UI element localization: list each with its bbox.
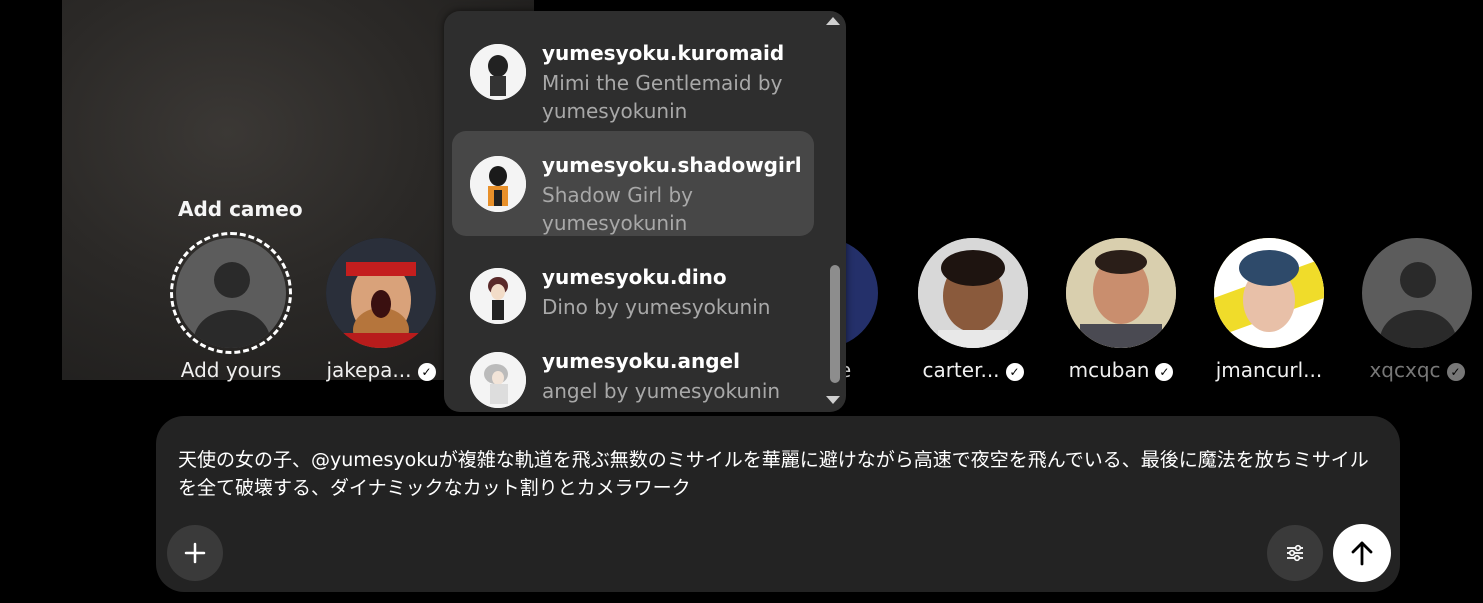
cameo-label: xqcxqc ✓ [1342, 358, 1483, 382]
cameo-label: jakepa... ✓ [306, 358, 456, 382]
scroll-up-arrow-icon[interactable] [826, 17, 840, 25]
cameo-label: mcuban ✓ [1046, 358, 1196, 382]
suggestion-name: yumesyoku.angel [542, 349, 740, 373]
send-button[interactable] [1333, 524, 1391, 582]
verified-badge-icon: ✓ [1446, 362, 1465, 381]
character-avatar [470, 352, 526, 408]
arrow-up-icon [1351, 541, 1373, 566]
suggestion-name: yumesyoku.shadowgirl [542, 153, 802, 177]
avatar-image [1066, 238, 1176, 348]
character-avatar [470, 156, 526, 212]
verified-badge-icon: ✓ [1005, 362, 1024, 381]
verified-badge-icon: ✓ [1155, 362, 1174, 381]
settings-button[interactable] [1267, 525, 1323, 581]
add-attachment-button[interactable] [167, 525, 223, 581]
character-avatar [470, 44, 526, 100]
cameo-label: Add yours [180, 358, 282, 382]
person-placeholder-icon [176, 238, 286, 348]
scroll-down-arrow-icon[interactable] [826, 396, 840, 404]
avatar-image [326, 238, 436, 348]
avatar[interactable] [918, 238, 1028, 348]
suggestion-description: angel by yumesyokunin [542, 379, 781, 403]
prompt-composer: 天使の女の子、@yumesyokuが複雑な軌道を飛ぶ無数のミサイルを華麗に避けな… [156, 416, 1400, 592]
cameo-label: jmancurl... [1215, 358, 1323, 382]
avatar[interactable] [1362, 238, 1472, 348]
verified-badge-icon: ✓ [417, 362, 436, 381]
cameo-item[interactable]: xqcxqc ✓ [1362, 238, 1472, 382]
prompt-input[interactable]: 天使の女の子、@yumesyokuが複雑な軌道を飛ぶ無数のミサイルを華麗に避けな… [178, 446, 1378, 502]
cameo-add-yours[interactable]: Add yours [170, 232, 292, 382]
plus-icon [184, 542, 206, 564]
cameo-item[interactable]: jakepa... ✓ [326, 238, 436, 382]
cameo-section-title: Add cameo [178, 197, 303, 221]
avatar[interactable] [1214, 238, 1324, 348]
cameo-item[interactable]: carter... ✓ [918, 238, 1028, 382]
avatar-image [918, 238, 1028, 348]
suggestion-item[interactable]: yumesyoku.shadowgirl Shadow Girl by yume… [452, 131, 814, 236]
character-avatar [470, 268, 526, 324]
person-placeholder-icon [1362, 238, 1472, 348]
add-cameo-avatar[interactable] [170, 232, 292, 354]
suggestion-description: Shadow Girl by yumesyokunin [542, 183, 693, 235]
sliders-icon [1287, 544, 1303, 562]
scrollbar-thumb[interactable] [830, 265, 840, 383]
suggestion-description: Mimi the Gentlemaid by yumesyokunin [542, 71, 783, 123]
suggestion-name: yumesyoku.kuromaid [542, 41, 785, 65]
cameo-label: carter... ✓ [898, 358, 1048, 382]
suggestion-name: yumesyoku.dino [542, 265, 727, 289]
avatar-image [1214, 238, 1324, 348]
suggestion-description: Dino by yumesyokunin [542, 295, 771, 319]
avatar[interactable] [1066, 238, 1176, 348]
avatar[interactable] [326, 238, 436, 348]
mention-suggestion-dropdown[interactable]: yumesyoku.kuromaid Mimi the Gentlemaid b… [444, 11, 846, 412]
cameo-item[interactable]: jmancurl... [1214, 238, 1324, 382]
cameo-item[interactable]: mcuban ✓ [1066, 238, 1176, 382]
suggestion-item[interactable]: yumesyoku.kuromaid Mimi the Gentlemaid b… [452, 19, 814, 124]
